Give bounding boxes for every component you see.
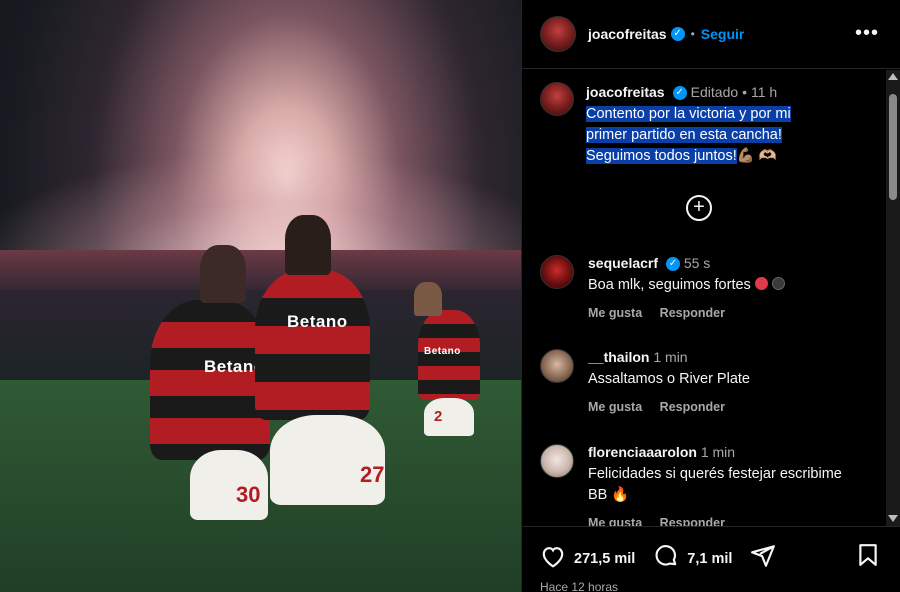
jersey-number: 30 — [236, 482, 261, 507]
comment-text: Boa mlk, seguimos fortes — [588, 277, 751, 294]
comment-time: 55 s — [683, 255, 711, 271]
player-1-shirt — [150, 300, 270, 460]
caption-emoji: 💪🏽 🫶🏼 — [736, 148, 777, 164]
verified-icon: ✓ — [672, 86, 687, 101]
save-bookmark-icon[interactable] — [857, 543, 879, 572]
player-2-shorts — [270, 415, 385, 505]
post-photo[interactable]: Betano 30 Betano 27 Betano 2 — [0, 0, 521, 592]
jersey-number: 2 — [434, 408, 443, 425]
player-3-head — [414, 282, 442, 316]
comments-count[interactable]: 7,1 mil — [687, 551, 732, 567]
post-time-ago: Hace 12 horas — [540, 580, 619, 592]
reply-comment-button[interactable]: Responder — [660, 516, 725, 526]
comments-scrollbar[interactable] — [886, 70, 900, 526]
post-detail-panel: joacofreitas ✓ • Seguir ••• joacofreitas… — [521, 0, 900, 592]
commenter-username[interactable]: sequelacrf — [588, 255, 658, 271]
share-send-icon[interactable] — [750, 543, 776, 574]
more-options-icon[interactable]: ••• — [855, 22, 879, 45]
sponsor-text: Betano — [424, 346, 461, 357]
player-2-head — [285, 215, 331, 275]
commenter-avatar[interactable] — [540, 349, 574, 383]
author-avatar[interactable] — [540, 16, 576, 52]
player-2-shirt — [255, 270, 370, 420]
caption-line: Seguimos todos juntos! — [586, 148, 737, 164]
caption-block: joacofreitas ✓ Editado • 11 h Contento p… — [540, 82, 880, 167]
comment-time: 1 min — [653, 349, 688, 365]
scroll-up-icon[interactable] — [888, 73, 898, 80]
like-comment-button[interactable]: Me gusta — [588, 516, 642, 526]
commenter-username[interactable]: __thailon — [588, 349, 649, 365]
reply-comment-button[interactable]: Responder — [660, 400, 725, 414]
separator-dot: • — [690, 27, 695, 41]
sponsor-text: Betano — [287, 312, 348, 331]
scroll-down-icon[interactable] — [888, 515, 898, 522]
caption-time: 11 h — [750, 84, 778, 100]
author-username[interactable]: joacofreitas — [588, 26, 667, 42]
comments-scroll-area[interactable]: joacofreitas ✓ Editado • 11 h Contento p… — [522, 70, 887, 526]
verified-icon: ✓ — [665, 257, 680, 272]
player-1-head — [200, 245, 246, 303]
like-comment-button[interactable]: Me gusta — [588, 306, 642, 320]
separator-dot: • — [742, 84, 751, 100]
caption-author-avatar[interactable] — [540, 82, 574, 116]
caption-line: primer partido en esta cancha! — [586, 127, 782, 143]
comment-item: sequelacrf ✓ 55 s Boa mlk, seguimos fort… — [540, 255, 880, 320]
follow-button[interactable]: Seguir — [701, 26, 745, 42]
likes-count[interactable]: 271,5 mil — [574, 551, 635, 567]
comment-bubble-icon[interactable] — [653, 543, 679, 574]
commenter-avatar[interactable] — [540, 255, 574, 289]
commenter-username[interactable]: florenciaaarolon — [588, 444, 697, 460]
comment-text-continued: BB 🔥 — [588, 487, 630, 503]
comment-item: __thailon 1 min Assaltamos o River Plate… — [540, 349, 880, 414]
jersey-number: 27 — [360, 462, 385, 487]
reply-comment-button[interactable]: Responder — [660, 306, 725, 320]
like-heart-icon[interactable] — [540, 544, 566, 573]
like-comment-button[interactable]: Me gusta — [588, 400, 642, 414]
post-header: joacofreitas ✓ • Seguir ••• — [522, 0, 900, 69]
comment-text: Assaltamos o River Plate — [588, 371, 750, 387]
scrollbar-thumb[interactable] — [889, 94, 897, 200]
verified-icon: ✓ — [670, 27, 685, 41]
red-circle-icon — [754, 277, 768, 291]
load-more-comments-icon[interactable]: + — [686, 195, 712, 221]
comment-text: Felicidades si querés festejar escribime — [588, 466, 842, 482]
edited-label: Editado — [690, 84, 739, 100]
comment-time: 1 min — [700, 444, 736, 460]
caption-username[interactable]: joacofreitas — [586, 84, 665, 100]
post-actions-footer: 271,5 mil 7,1 mil Hace 12 horas — [522, 526, 900, 592]
commenter-avatar[interactable] — [540, 444, 574, 478]
black-circle-icon — [771, 277, 785, 291]
caption-line: Contento por la victoria y por mi — [586, 106, 791, 122]
comment-item: florenciaaarolon 1 min Felicidades si qu… — [540, 444, 880, 526]
player-3-shorts — [424, 398, 474, 436]
